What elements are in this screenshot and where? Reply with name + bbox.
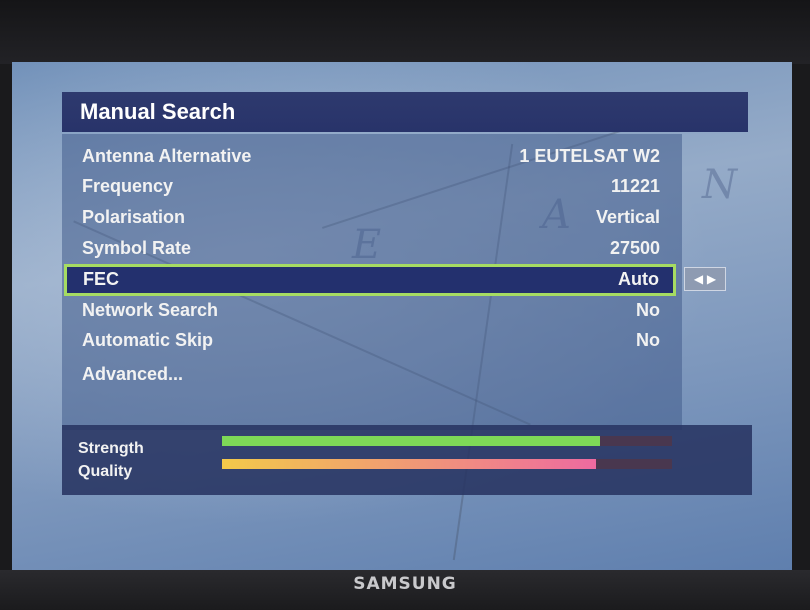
strength-bar-fill — [222, 436, 600, 446]
menu-item-symbol-rate[interactable]: Symbol Rate 27500 — [62, 236, 666, 264]
tv-bezel-top — [0, 0, 810, 64]
menu-item-label: Antenna Alternative — [82, 146, 252, 166]
quality-meter — [222, 459, 672, 469]
menu-item-label: FEC — [83, 269, 119, 289]
brand-logo: SAMSUNG — [353, 574, 457, 594]
menu-item-frequency[interactable]: Frequency 11221 — [62, 174, 666, 202]
menu-item-advanced[interactable]: Advanced... — [62, 362, 666, 390]
menu-item-fec[interactable]: FEC Auto — [64, 264, 676, 296]
left-right-arrows-icon[interactable]: ◀ ▶ — [684, 267, 726, 291]
menu-item-polarisation[interactable]: Polarisation Vertical — [62, 205, 666, 233]
menu-item-value: 27500 — [609, 238, 660, 258]
menu-item-value: Vertical — [595, 207, 660, 227]
menu-item-antenna-alternative[interactable]: Antenna Alternative 1 EUTELSAT W2 — [62, 144, 666, 172]
menu-item-network-search[interactable]: Network Search No — [62, 298, 666, 326]
menu-item-label: Network Search — [82, 300, 219, 320]
menu-item-label: Polarisation — [82, 207, 186, 227]
menu-item-label: Frequency — [82, 176, 174, 196]
quality-label: Quality — [78, 463, 133, 480]
menu-item-value: Auto — [618, 269, 659, 289]
menu-item-label: Symbol Rate — [82, 238, 192, 258]
strength-label: Strength — [78, 440, 144, 457]
menu-item-value: 11221 — [610, 176, 660, 196]
menu-item-value: No — [636, 300, 660, 320]
menu-item-label: Automatic Skip — [82, 330, 214, 350]
menu-item-label: Advanced... — [82, 364, 184, 384]
strength-meter — [222, 436, 672, 446]
menu-title: Manual Search — [80, 99, 236, 124]
quality-bar-fill — [222, 459, 596, 469]
menu-item-value: No — [636, 330, 660, 350]
menu-title-bar: Manual Search — [62, 92, 748, 132]
map-letter-decoration: N — [702, 162, 737, 208]
menu-item-value: 1 EUTELSAT W2 — [519, 146, 660, 166]
signal-panel: Strength Quality — [62, 425, 752, 495]
menu-item-automatic-skip[interactable]: Automatic Skip No — [62, 328, 666, 356]
